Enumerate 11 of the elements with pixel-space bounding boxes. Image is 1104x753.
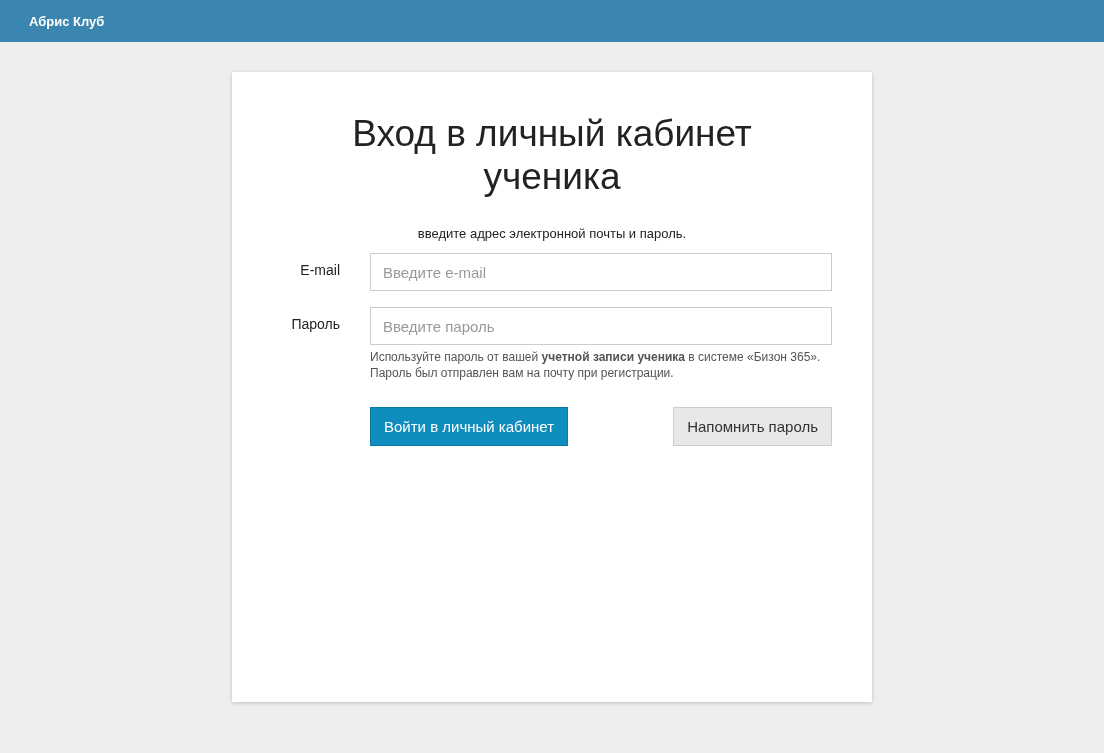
brand-name[interactable]: Абрис Клуб [29,13,105,29]
input-field[interactable]: Введите e-mail [370,253,832,291]
login-button[interactable]: Войти в личный кабинет [370,407,569,446]
instruction-text: введите адрес электронной почты и пароль. [416,226,688,241]
hint-text: Используйте пароль от вашей учетной записи ученика в системе «Бизон 365». [370,349,822,365]
page-title: Вход в личный кабинет ученика [351,112,753,198]
hint-text: Пароль был отправлен вам на почту при регистрации. [370,365,675,381]
remind-password-button[interactable]: Напомнить пароль [673,407,832,446]
field-label: Пароль [290,315,340,332]
input-field[interactable]: Введите пароль [370,307,832,345]
field-label: E-mail [299,261,340,278]
